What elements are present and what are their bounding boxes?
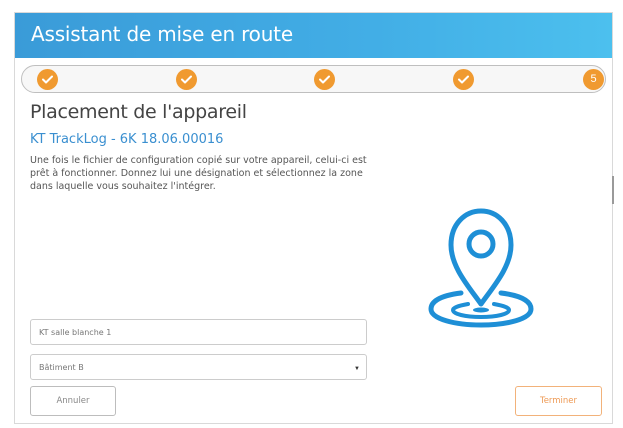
checkmark-icon (458, 75, 469, 84)
checkmark-icon (181, 75, 192, 84)
scrollbar-thumb[interactable] (612, 176, 614, 204)
zone-select[interactable]: Bâtiment B ▼ (30, 354, 367, 380)
step-4-complete[interactable] (453, 69, 474, 90)
caret-down-icon: ▼ (354, 366, 360, 372)
location-pin-icon (428, 208, 534, 328)
setup-wizard-dialog: Assistant de mise en route 5 Placement d… (14, 12, 613, 424)
wizard-title: Assistant de mise en route (31, 22, 293, 46)
finish-button[interactable]: Terminer (515, 386, 602, 416)
device-name-input-value: KT salle blanche 1 (39, 328, 112, 337)
step-3-complete[interactable] (314, 69, 335, 90)
zone-select-value: Bâtiment B (39, 363, 84, 372)
page-title: Placement de l'appareil (30, 101, 247, 123)
wizard-stepper: 5 (21, 65, 606, 93)
device-name-input[interactable]: KT salle blanche 1 (30, 319, 367, 345)
cancel-button[interactable]: Annuler (30, 386, 116, 416)
step-2-complete[interactable] (176, 69, 197, 90)
step-5-current[interactable]: 5 (583, 69, 604, 90)
device-name: KT TrackLog - 6K 18.06.00016 (30, 132, 224, 147)
instructions-text: Une fois le fichier de configuration cop… (30, 155, 367, 192)
checkmark-icon (319, 75, 330, 84)
checkmark-icon (42, 75, 53, 84)
wizard-header: Assistant de mise en route (15, 13, 612, 58)
step-5-number: 5 (590, 73, 597, 85)
step-1-complete[interactable] (37, 69, 58, 90)
